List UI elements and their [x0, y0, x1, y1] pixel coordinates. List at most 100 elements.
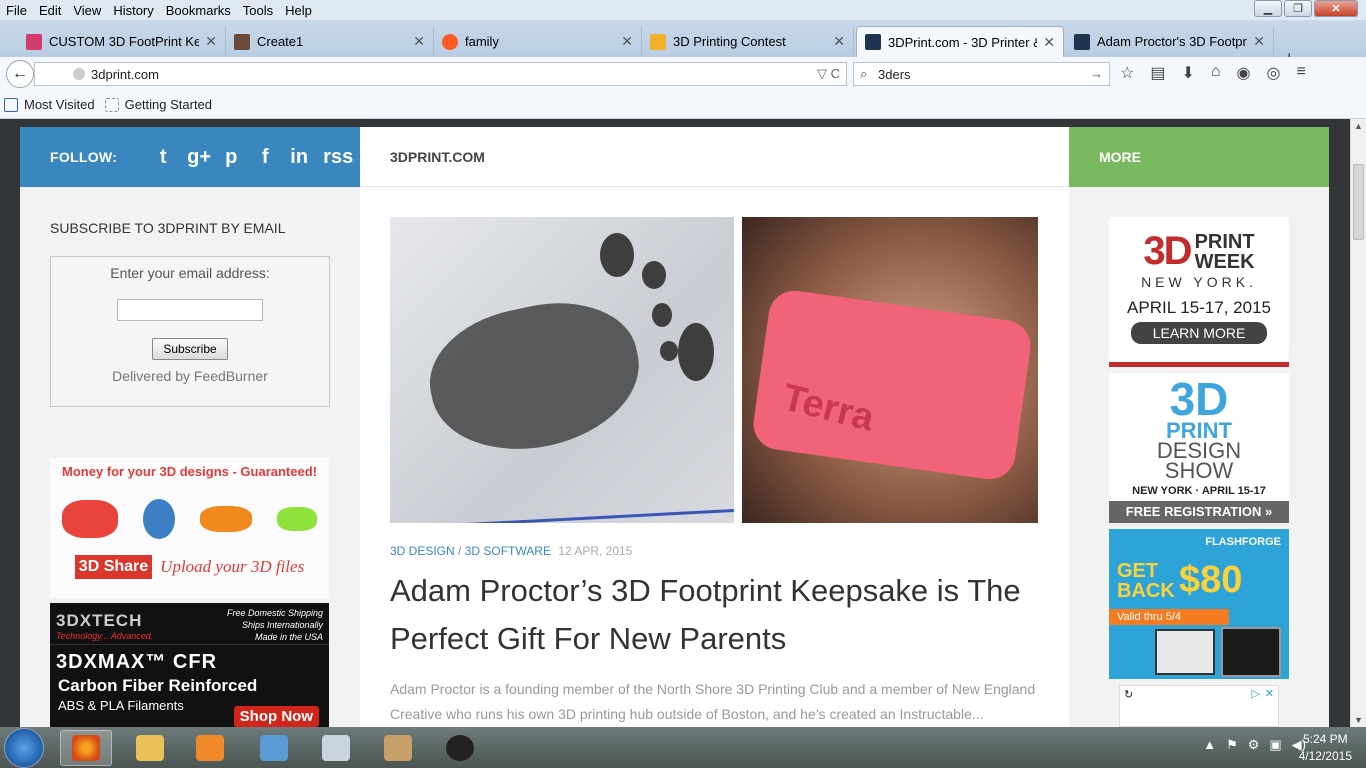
menu-file[interactable]: File: [0, 3, 33, 18]
design-show-ad[interactable]: 3D PRINT DESIGN SHOW NEW YORK · APRIL 15…: [1109, 373, 1289, 523]
scroll-thumb[interactable]: [1353, 164, 1364, 240]
toe-print: [600, 233, 634, 277]
search-go-icon[interactable]: →: [1090, 66, 1103, 81]
menu-help[interactable]: Help: [279, 3, 318, 18]
bookmark-star-icon[interactable]: ☆: [1120, 63, 1134, 83]
close-window-button[interactable]: ✕: [1314, 0, 1358, 17]
scroll-up-icon[interactable]: ▲: [1354, 121, 1363, 131]
url-controls[interactable]: ▽ C: [817, 66, 840, 82]
menu-edit[interactable]: Edit: [33, 3, 67, 18]
tab-label: CUSTOM 3D FootPrint Key...: [49, 34, 200, 49]
minimize-button[interactable]: ▁: [1254, 0, 1282, 17]
menu-icon[interactable]: ≡: [1296, 63, 1305, 83]
pinterest-icon[interactable]: p: [221, 146, 241, 169]
network-settings-icon[interactable]: ⚙: [1248, 737, 1260, 753]
reading-list-icon[interactable]: ▤: [1150, 63, 1165, 83]
follow-label: FOLLOW:: [50, 149, 118, 165]
category-3d-design[interactable]: 3D DESIGN: [390, 544, 455, 558]
display-icon[interactable]: ▣: [1269, 737, 1281, 753]
instructables-favicon-icon: [650, 33, 666, 50]
learn-more-button[interactable]: LEARN MORE: [1130, 322, 1268, 344]
calculator-taskbar-button[interactable]: [310, 730, 362, 766]
bookmark-getting-started[interactable]: Getting Started: [104, 97, 212, 112]
menu-history[interactable]: History: [107, 3, 159, 18]
product-name: 3DXMAX™ CFR: [56, 651, 218, 673]
close-tab-icon[interactable]: ✕: [1253, 33, 1265, 50]
twitter-icon[interactable]: t: [153, 146, 173, 169]
tab-family[interactable]: family ✕: [434, 26, 642, 57]
menu-bookmarks[interactable]: Bookmarks: [160, 3, 237, 18]
search-input[interactable]: ⌕ 3ders →: [853, 62, 1110, 86]
back-button[interactable]: ←: [6, 60, 34, 88]
green-model-image: [276, 507, 317, 531]
firefox-taskbar-button[interactable]: [60, 730, 112, 766]
tab-3dprint-home[interactable]: 3DPrint.com - 3D Printer &... ✕: [856, 26, 1064, 57]
home-icon[interactable]: ⌂: [1211, 63, 1221, 83]
show-hidden-icons-icon[interactable]: ▲: [1203, 737, 1216, 753]
site-name[interactable]: 3DPRINT.COM: [360, 127, 1069, 187]
3d-text: 3D: [1143, 229, 1192, 273]
chat-icon[interactable]: ◉: [1237, 63, 1251, 83]
system-clock[interactable]: 5:24 PM 4/12/2015: [1299, 731, 1352, 765]
menu-tools[interactable]: Tools: [237, 3, 279, 18]
close-ad-icon[interactable]: ✕: [1265, 687, 1274, 700]
inkscape-taskbar-button[interactable]: [434, 730, 486, 766]
orange-model-image: [199, 506, 252, 532]
close-tab-icon[interactable]: ✕: [205, 33, 217, 50]
scroll-down-icon[interactable]: ▼: [1354, 715, 1363, 725]
google-plus-icon[interactable]: g+: [187, 146, 211, 169]
3dxtech-logo: 3DXTECH: [56, 611, 143, 630]
tab-adam-proctor[interactable]: Adam Proctor's 3D Footpri... ✕: [1066, 26, 1274, 57]
email-field[interactable]: [117, 299, 263, 321]
shop-now-button[interactable]: Shop Now: [233, 706, 319, 727]
3dshare-ad[interactable]: Money for your 3D designs - Guaranteed! …: [50, 458, 329, 598]
paint-taskbar-button[interactable]: [372, 730, 424, 766]
bookmark-most-visited[interactable]: Most Visited: [4, 97, 95, 112]
adchoices-icon[interactable]: ▷: [1252, 687, 1260, 700]
linkedin-icon[interactable]: in: [289, 146, 309, 169]
close-tab-icon[interactable]: ✕: [621, 33, 633, 50]
shipping-line: Ships Internationally: [241, 620, 323, 630]
category-3d-software[interactable]: 3D SOFTWARE: [465, 544, 551, 558]
page-scrollbar[interactable]: ▲ ▼: [1350, 119, 1366, 727]
3dxtech-ad[interactable]: 3DXTECH Technology... Advanced. Free Dom…: [50, 603, 329, 727]
rss-icon[interactable]: rss: [323, 146, 353, 169]
media-player-taskbar-button[interactable]: [184, 730, 236, 766]
replay-icon[interactable]: ↻: [1124, 688, 1133, 701]
subscribe-button[interactable]: Subscribe: [152, 338, 228, 360]
sync-icon[interactable]: ◎: [1267, 63, 1281, 83]
free-registration-button[interactable]: FREE REGISTRATION »: [1109, 501, 1289, 523]
facebook-icon[interactable]: f: [255, 146, 275, 169]
tab-create1[interactable]: Create1 ✕: [226, 26, 434, 57]
small-ad[interactable]: ↻ ▷ ✕: [1119, 685, 1279, 727]
shipping-line: Made in the USA: [254, 632, 323, 642]
article-title[interactable]: Adam Proctor’s 3D Footprint Keepsake is …: [390, 567, 1030, 663]
tab-custom-footprint[interactable]: CUSTOM 3D FootPrint Key... ✕: [18, 26, 226, 57]
flashforge-ad[interactable]: FLASHFORGE GET BACK $80 Valid thru 5/4: [1109, 529, 1289, 679]
article-hero-image[interactable]: Terra: [390, 217, 1038, 523]
toe-print: [678, 323, 714, 381]
maximize-button[interactable]: ❐: [1284, 0, 1312, 17]
start-button[interactable]: [4, 728, 44, 768]
close-tab-icon[interactable]: ✕: [1043, 34, 1055, 51]
downloads-icon[interactable]: ⬇: [1181, 63, 1194, 83]
menu-view[interactable]: View: [67, 3, 107, 18]
print-week-ad[interactable]: 3D PRINT WEEK NEW YORK. APRIL 15-17, 201…: [1109, 217, 1289, 367]
printer-image: [1155, 629, 1215, 675]
site-favicon-icon: [234, 33, 250, 50]
close-tab-icon[interactable]: ✕: [833, 33, 845, 50]
action-center-flag-icon[interactable]: ⚑: [1226, 737, 1238, 753]
new-york-text: NEW YORK.: [1141, 274, 1257, 290]
close-tab-icon[interactable]: ✕: [413, 33, 425, 50]
paper-edge: [390, 509, 734, 523]
main-content: Terra 3D DESIGN / 3D SOFTWARE 12 APR, 20…: [360, 187, 1069, 727]
wordpad-taskbar-button[interactable]: [248, 730, 300, 766]
show-text: SHOW: [1164, 458, 1234, 483]
bookmarks-toolbar: Most Visited Getting Started: [0, 91, 1366, 119]
explorer-taskbar-button[interactable]: [124, 730, 176, 766]
more-button[interactable]: MORE: [1069, 127, 1329, 187]
upload-text: Upload your 3D files: [160, 557, 305, 576]
url-bar[interactable]: 3dprint.com ▽ C: [34, 62, 847, 86]
tab-3d-printing-contest[interactable]: 3D Printing Contest ✕: [642, 26, 854, 57]
toe-print: [652, 303, 672, 327]
